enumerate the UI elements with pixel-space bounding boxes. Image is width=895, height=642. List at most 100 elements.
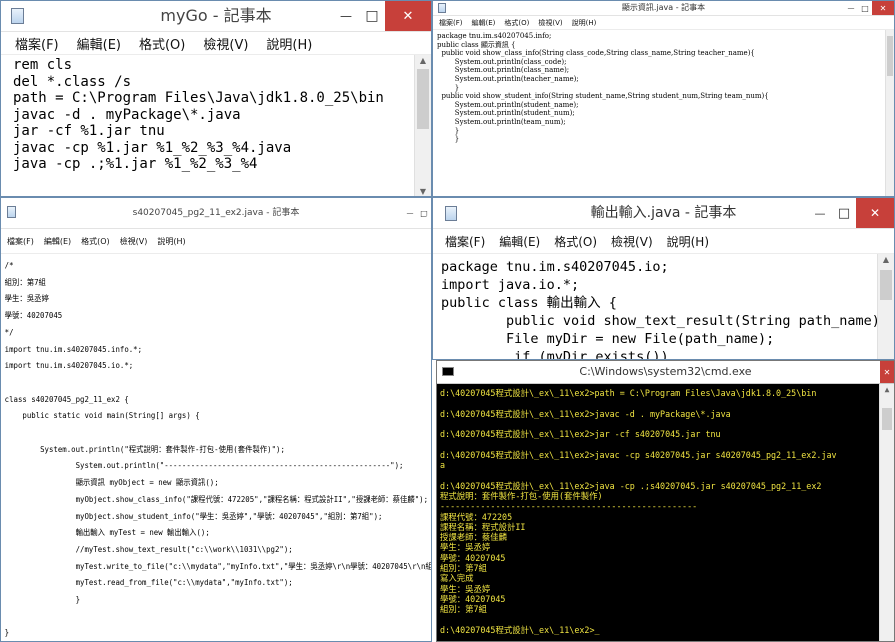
mygo-titlebar[interactable]: myGo - 記事本 — □ ✕ xyxy=(1,1,431,32)
menu-bar: 檔案(F) 編輯(E) 格式(O) 檢視(V) 說明(H) xyxy=(1,32,431,55)
maximize-button[interactable]: □ xyxy=(858,1,872,15)
code-line: path = C:\Program Files\Java\jdk1.8.0_25… xyxy=(13,90,384,106)
close-button[interactable]: ✕ xyxy=(385,1,431,31)
console-line: 組別：第7組 xyxy=(440,563,487,574)
console-line: d:\40207045程式設計\_ex\_11\ex2>_ xyxy=(440,624,600,635)
window-controls: — □ ✕ xyxy=(808,198,894,228)
menu-edit[interactable]: 編輯(E) xyxy=(499,233,540,250)
vertical-scrollbar[interactable] xyxy=(885,30,894,196)
vertical-scrollbar[interactable]: ▲ ▼ xyxy=(414,55,431,196)
cmd-titlebar[interactable]: C:\Windows\system32\cmd.exe ✕ xyxy=(437,361,894,384)
console-line: 程式說明：套件製作-打包-使用(套件製作) xyxy=(440,490,603,501)
code-line: System.out.println("--------------------… xyxy=(4,461,404,471)
menu-file[interactable]: 檔案(F) xyxy=(439,18,463,28)
cmd-window: C:\Windows\system32\cmd.exe ✕ d:\4020704… xyxy=(436,360,895,642)
vertical-scrollbar[interactable]: ▲ xyxy=(877,254,894,359)
code-line: } xyxy=(4,628,10,638)
text-editor[interactable]: rem cls del *.class /s path = C:\Program… xyxy=(1,55,431,196)
scroll-up-icon[interactable]: ▲ xyxy=(415,55,431,67)
menu-help[interactable]: 說明(H) xyxy=(667,233,709,250)
scroll-thumb[interactable] xyxy=(887,36,893,76)
menu-bar: 檔案(F) 編輯(E) 格式(O) 檢視(V) 說明(H) xyxy=(433,229,894,254)
minimize-button[interactable]: — xyxy=(808,198,832,228)
maximize-button[interactable]: □ xyxy=(359,1,385,31)
code-line: jar -cf %1.jar tnu xyxy=(13,123,165,139)
menu-file[interactable]: 檔案(F) xyxy=(445,233,485,250)
console-line: 授課老師：蔡佳麟 xyxy=(440,532,507,543)
menu-bar: 檔案(F) 編輯(E) 格式(O) 檢視(V) 說明(H) xyxy=(433,16,894,30)
vertical-scrollbar[interactable]: ▲ xyxy=(879,384,894,641)
ex2-titlebar[interactable]: s40207045_pg2_11_ex2.java - 記事本 — □ ✕ xyxy=(1,198,431,229)
scroll-thumb[interactable] xyxy=(882,408,892,430)
io-titlebar[interactable]: 輸出輸入.java - 記事本 — □ ✕ xyxy=(433,198,894,229)
editor-content: package tnu.im.s40207045.info; public cl… xyxy=(433,30,894,144)
scroll-down-icon[interactable]: ▼ xyxy=(415,186,431,196)
menu-format[interactable]: 格式(O) xyxy=(504,18,529,28)
code-line: myTest.write_to_file("c:\\mydata","myInf… xyxy=(75,561,431,571)
scroll-up-icon[interactable]: ▲ xyxy=(880,384,894,396)
text-editor[interactable]: package tnu.im.s40207045.info; public cl… xyxy=(433,30,894,196)
scroll-thumb[interactable] xyxy=(417,69,429,129)
maximize-button[interactable]: □ xyxy=(832,198,856,228)
window-controls: — □ ✕ xyxy=(844,1,894,15)
scroll-thumb[interactable] xyxy=(880,270,892,300)
console-line: 寫入完成 xyxy=(440,573,474,584)
console-output[interactable]: d:\40207045程式設計\_ex\_11\ex2>path = C:\Pr… xyxy=(437,384,894,641)
code-line: System.out.println(class_name); xyxy=(437,66,570,75)
menu-format[interactable]: 格式(O) xyxy=(139,34,185,53)
menu-format[interactable]: 格式(O) xyxy=(554,233,597,250)
menu-view[interactable]: 檢視(V) xyxy=(611,233,653,250)
menu-file[interactable]: 檔案(F) xyxy=(15,34,59,53)
code-line: import tnu.im.s40207045.info.*; xyxy=(4,344,143,354)
menu-format[interactable]: 格式(O) xyxy=(81,236,110,247)
console-line: a xyxy=(440,460,446,471)
code-line: //myTest.show_text_result("c:\\work\\103… xyxy=(4,544,293,554)
code-line: myObject.show_class_info("課程代號：472205","… xyxy=(4,494,429,504)
menu-file[interactable]: 檔案(F) xyxy=(7,236,34,247)
close-button[interactable]: ✕ xyxy=(880,361,894,383)
code-line: import java.io.*; xyxy=(441,277,580,293)
menu-edit[interactable]: 編輯(E) xyxy=(44,236,71,247)
menu-edit[interactable]: 編輯(E) xyxy=(77,34,121,53)
console-line: 學生：吳丞婷 xyxy=(440,583,491,594)
console-line: d:\40207045程式設計\_ex\_11\ex2>javac -cp s4… xyxy=(440,449,837,460)
code-line: System.out.println(teacher_name); xyxy=(437,74,579,83)
editor-content: package tnu.im.s40207045.io; import java… xyxy=(433,254,894,359)
minimize-button[interactable]: — xyxy=(333,1,359,31)
window-controls: ✕ xyxy=(880,361,894,383)
menu-view[interactable]: 檢視(V) xyxy=(538,18,562,28)
menu-view[interactable]: 檢視(V) xyxy=(203,34,248,53)
close-button[interactable]: ✕ xyxy=(856,198,894,228)
code-line: import tnu.im.s40207045.io.*; xyxy=(4,361,134,371)
code-line: 顯示資訊 myObject = new 顯示資訊(); xyxy=(4,478,219,488)
code-line: } xyxy=(437,135,460,144)
code-line: public class 輸出輸入 { xyxy=(441,295,617,311)
code-line: del *.class /s xyxy=(13,73,132,90)
code-line: java -cp .;%1.jar %1_%2_%3_%4 xyxy=(13,156,258,172)
menu-help[interactable]: 說明(H) xyxy=(572,18,597,28)
menu-view[interactable]: 檢視(V) xyxy=(120,236,148,247)
info-titlebar[interactable]: 顯示資訊.java - 記事本 — □ ✕ xyxy=(433,1,894,16)
minimize-button[interactable]: — xyxy=(844,1,858,15)
code-line: File myDir = new File(path_name); xyxy=(441,331,775,347)
code-line: } xyxy=(4,595,81,605)
scroll-up-icon[interactable]: ▲ xyxy=(878,254,894,266)
code-line: public static void main(String[] args) { xyxy=(4,411,200,421)
menu-help[interactable]: 說明(H) xyxy=(266,34,312,53)
console-line: d:\40207045程式設計\_ex\_11\ex2>java -cp .;s… xyxy=(440,480,822,491)
menu-edit[interactable]: 編輯(E) xyxy=(472,18,496,28)
minimize-button[interactable]: — xyxy=(403,198,417,228)
text-editor[interactable]: package tnu.im.s40207045.io; import java… xyxy=(433,254,894,359)
code-line: System.out.println(class_code); xyxy=(437,57,567,66)
code-line: public class 顯示資訊 { xyxy=(437,40,516,49)
menu-help[interactable]: 說明(H) xyxy=(157,236,185,247)
close-button[interactable]: ✕ xyxy=(872,1,894,15)
console-line: d:\40207045程式設計\_ex\_11\ex2>jar -cf s402… xyxy=(440,429,721,440)
text-editor[interactable]: /* 組別：第7組 學生：吳丞婷 學號：40207045 */ import t… xyxy=(1,254,431,641)
console-line: d:\40207045程式設計\_ex\_11\ex2>path = C:\Pr… xyxy=(440,388,817,398)
code-line: System.out.println(student_num); xyxy=(437,109,575,118)
code-line: package tnu.im.s40207045.info; xyxy=(437,32,552,40)
window-title: C:\Windows\system32\cmd.exe xyxy=(579,365,752,378)
